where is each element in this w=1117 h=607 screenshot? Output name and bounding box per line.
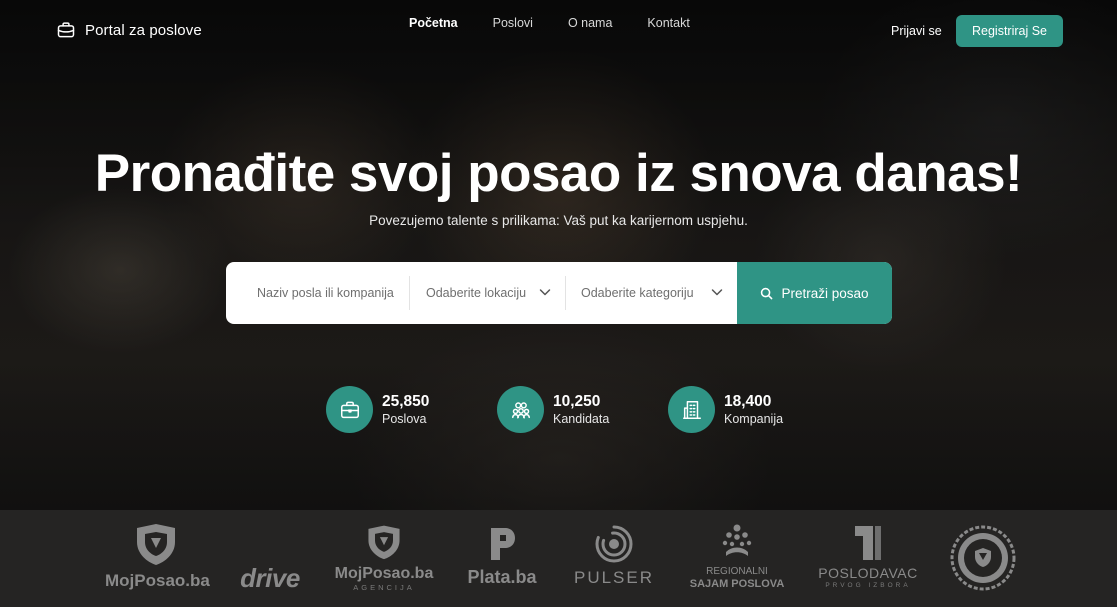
location-select[interactable]: Odaberite lokaciju <box>410 276 566 310</box>
keyword-placeholder: Naziv posla ili kompanija <box>257 286 394 300</box>
stat-icon-circle <box>668 386 715 433</box>
users-icon <box>511 401 530 419</box>
location-select-label: Odaberite lokaciju <box>426 286 527 300</box>
stat-label: Kandidata <box>553 411 610 426</box>
partner-logo-plata[interactable]: Plata.ba <box>462 526 542 587</box>
stat-label: Kompanija <box>724 411 784 426</box>
register-button[interactable]: Registriraj Se <box>956 15 1063 47</box>
partner-subtitle: PRVOG IZBORA <box>825 582 911 589</box>
brand-logo[interactable]: Portal za poslove <box>56 20 202 40</box>
hero-title: Pronađite svoj posao iz snova danas! <box>94 144 1023 203</box>
chevron-down-icon <box>711 289 723 296</box>
search-jobs-button[interactable]: Pretraži posao <box>737 262 892 324</box>
stat-icon-circle <box>497 386 544 433</box>
nav-link-poslovi[interactable]: Poslovi <box>493 16 533 30</box>
certification-seal-icon <box>950 525 1016 591</box>
stat-value: 10,250 <box>553 392 601 410</box>
chevron-down-icon <box>539 289 551 296</box>
partner-name: PULSER <box>573 568 655 587</box>
nav-link-kontakt[interactable]: Kontakt <box>647 16 689 30</box>
pulser-swirl-icon <box>595 525 633 563</box>
search-jobs-label: Pretraži posao <box>781 285 869 301</box>
people-network-icon <box>722 524 752 556</box>
hero-subtitle: Povezujemo talente s prilikama: Vaš put … <box>369 213 748 228</box>
partner-name: Plata.ba <box>467 567 537 587</box>
search-icon <box>761 287 773 299</box>
partner-logo-seal[interactable] <box>950 525 1016 591</box>
top-navigation: Portal za poslove Početna Poslovi O nama… <box>0 0 1117 62</box>
briefcase-icon <box>57 22 75 38</box>
partner-logos-strip: MojPosao.ba drive MojPosao.ba AGENCIJA P… <box>0 510 1117 607</box>
partner-logo-drive[interactable]: drive <box>234 563 306 594</box>
nav-link-pocetna[interactable]: Početna <box>409 16 458 30</box>
mojposao-emblem-icon <box>368 525 400 560</box>
partner-subtitle: SAJAM POSLOVA <box>689 578 785 590</box>
partner-logo-mojposao-agencija[interactable]: MojPosao.ba AGENCIJA <box>333 524 435 592</box>
partner-logo-sajam[interactable]: REGIONALNI SAJAM POSLOVA <box>682 524 792 591</box>
briefcase-icon <box>340 401 359 418</box>
stat-value: 25,850 <box>382 392 430 410</box>
partner-logo-mojposao[interactable]: MojPosao.ba <box>105 522 210 591</box>
stat-label: Poslova <box>382 411 427 426</box>
mojposao-emblem-icon <box>137 524 175 565</box>
stat-candidates: 10,250 Kandidata <box>497 386 609 433</box>
partner-name: drive <box>240 563 300 593</box>
keyword-input[interactable]: Naziv posla ili kompanija <box>226 276 410 310</box>
category-select-label: Odaberite kategoriju <box>581 286 694 300</box>
partner-name: REGIONALNI <box>706 566 768 577</box>
stat-jobs: 25,850 Poslova <box>326 386 429 433</box>
partner-logo-pulser[interactable]: PULSER <box>570 524 658 587</box>
plata-p-icon <box>491 528 515 560</box>
stat-icon-circle <box>326 386 373 433</box>
stat-value: 18,400 <box>724 392 772 410</box>
brand-name: Portal za poslove <box>85 21 202 39</box>
nav-link-o-nama[interactable]: O nama <box>568 16 612 30</box>
partner-name: MojPosao.ba <box>105 571 210 590</box>
partner-subtitle: AGENCIJA <box>353 583 415 592</box>
partner-logo-poslodavac[interactable]: POSLODAVAC PRVOG IZBORA <box>815 526 921 589</box>
login-link[interactable]: Prijavi se <box>891 24 942 38</box>
job-search-bar: Naziv posla ili kompanija Odaberite loka… <box>226 262 892 324</box>
partner-name: POSLODAVAC <box>818 565 918 581</box>
category-select[interactable]: Odaberite kategoriju <box>566 262 737 324</box>
stat-companies: 18,400 Kompanija <box>668 386 783 433</box>
building-icon <box>682 400 701 419</box>
partner-name: MojPosao.ba <box>334 565 434 582</box>
poslodavac-number-one-icon <box>855 526 881 560</box>
nav-links: Početna Poslovi O nama Kontakt <box>409 16 690 30</box>
